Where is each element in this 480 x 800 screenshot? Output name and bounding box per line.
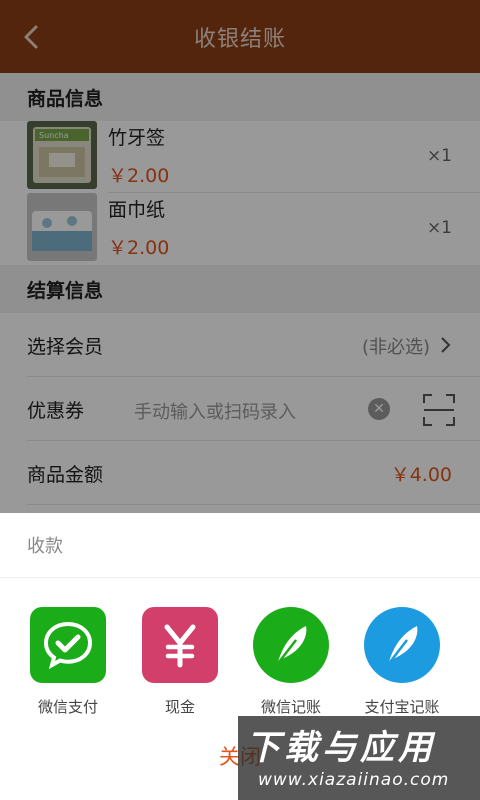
cash-option[interactable]: 现金	[125, 607, 235, 717]
option-label: 微信支付	[37, 698, 98, 716]
option-label: 微信记账	[260, 698, 321, 716]
option-label: 现金	[164, 698, 195, 716]
watermark-url: www.xiazaiinao.com	[258, 770, 450, 790]
yen-icon	[142, 607, 218, 683]
feather-icon	[253, 607, 329, 683]
option-label: 支付宝记账	[364, 698, 440, 716]
alipay-bookkeeping-option[interactable]: 支付宝记账	[347, 607, 457, 717]
wechat-pay-option[interactable]: 微信支付	[13, 607, 123, 717]
wechat-pay-icon	[30, 607, 106, 683]
feather-icon	[364, 607, 440, 683]
watermark-title: 下载与应用	[246, 728, 436, 768]
sheet-title: 收款	[0, 513, 480, 578]
watermark: 下载与应用 www.xiazaiinao.com	[238, 716, 480, 800]
wechat-bookkeeping-option[interactable]: 微信记账	[236, 607, 346, 717]
